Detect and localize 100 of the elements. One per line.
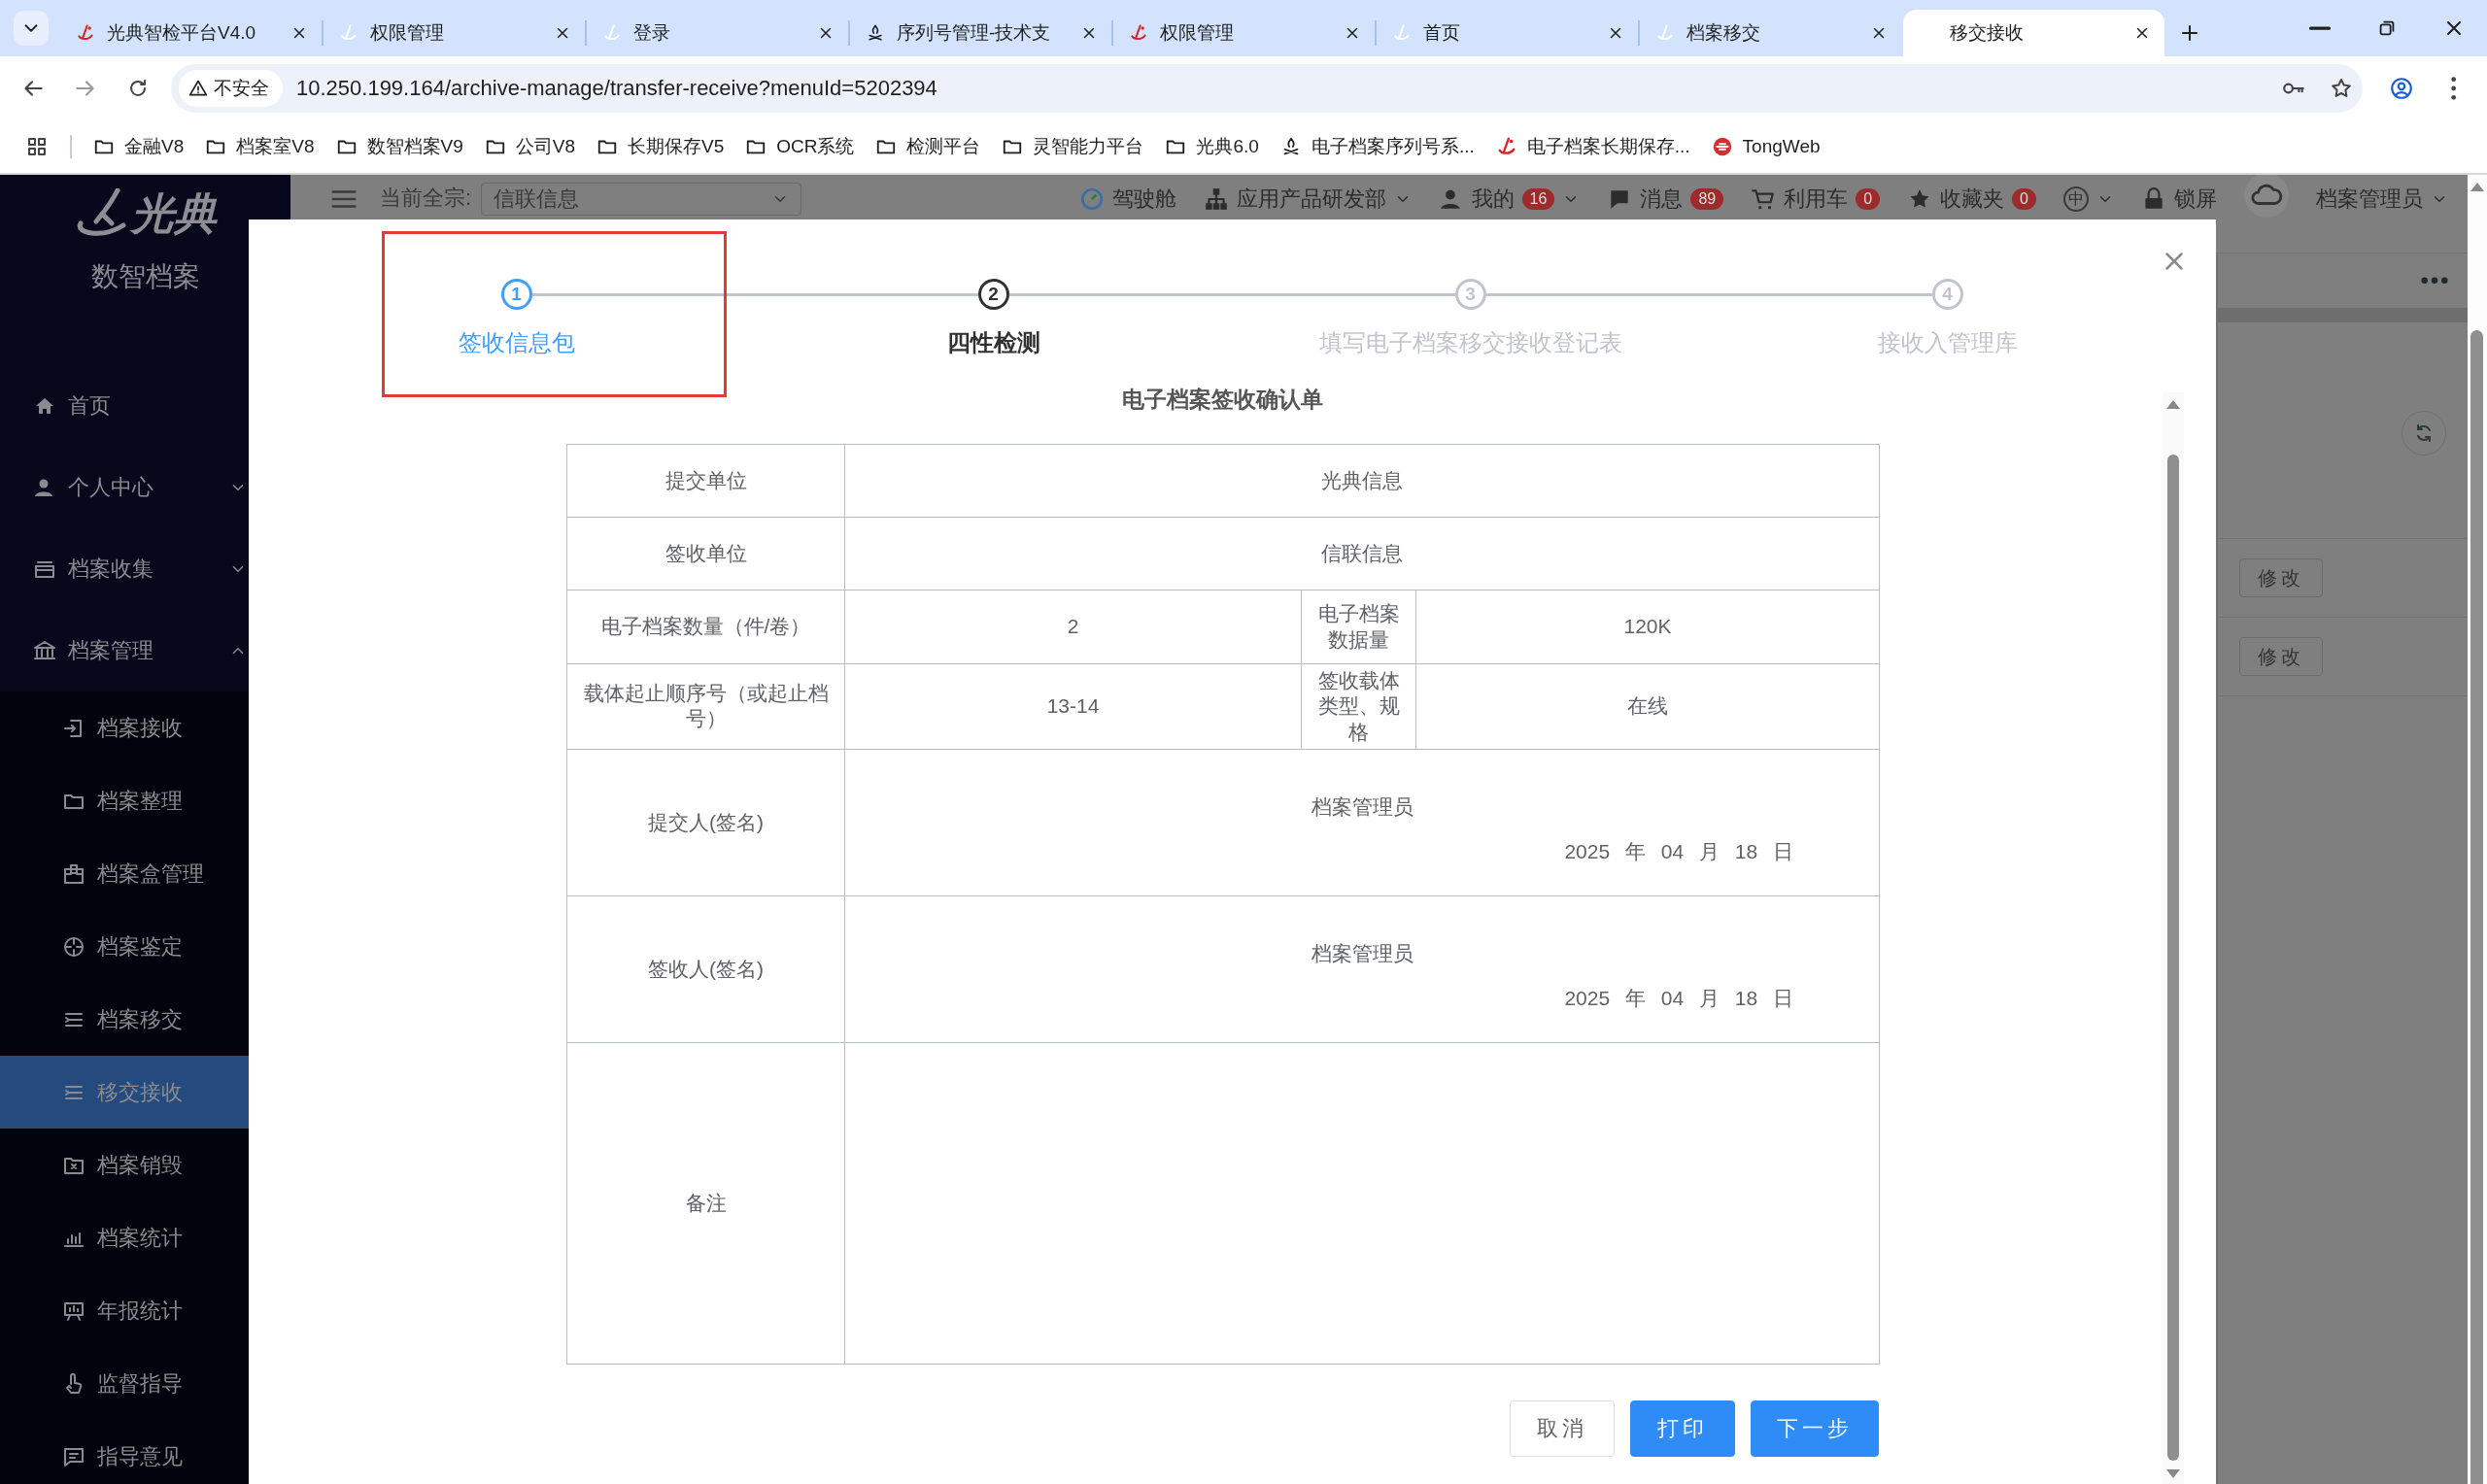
field-label: 电子档案数据量 [1301,590,1416,664]
step-number: 2 [977,279,1009,310]
bookmark[interactable]: 公司V8 [484,134,575,159]
tab-search-button[interactable] [14,11,49,46]
step-label: 填写电子档案移交接收登记表 [1318,328,1622,357]
bookmark[interactable]: 数智档案V9 [335,134,463,159]
submenu-item[interactable]: 档案盒管理 [0,837,290,910]
step-number: 4 [1931,279,1963,310]
header-link[interactable]: 应用产品研发部 [1203,185,1412,214]
crosshair-icon [62,934,85,959]
header-link[interactable]: 消息 89 [1607,185,1724,214]
field-value: 信联信息 [844,517,1880,590]
tab-title: 权限管理 [370,21,445,45]
field-label: 签收人(签名) [566,895,845,1043]
sign-date: 2025 年 04 月 18 日 [1564,985,1794,1011]
browser-tab[interactable]: 首页 [1377,10,1638,56]
header-link[interactable]: 利用车 0 [1751,185,1881,214]
field-label: 载体起止顺序号（或起止档号） [566,663,845,750]
dialog-button[interactable]: 打印 [1630,1400,1735,1457]
submenu-item[interactable]: 年报统计 [0,1274,290,1347]
count-badge: 0 [1856,188,1881,210]
user-menu[interactable]: 档案管理员 [2316,185,2448,214]
bookmark[interactable]: 电子档案长期保存... [1495,134,1690,159]
brand-name: 光典 [130,188,217,239]
submenu-item[interactable]: 档案销毁 [0,1129,290,1201]
bookmark[interactable]: TongWeb [1711,136,1821,157]
bookmark[interactable]: 光典6.0 [1165,134,1259,159]
bookmark[interactable]: 档案室V8 [205,134,315,159]
fonds-label: 当前全宗: [380,185,472,212]
scrollbar[interactable] [2468,175,2487,1484]
minimize-icon [2308,24,2331,32]
field-value: 2 [844,590,1302,664]
signer-name: 档案管理员 [1310,940,1414,966]
field-value: 光典信息 [844,444,1880,518]
bookmark[interactable]: 长期保存V5 [596,134,725,159]
dialog-button[interactable]: 下一步 [1751,1400,1879,1457]
submenu-item[interactable]: 档案统计 [0,1201,290,1274]
count-badge: 16 [1521,188,1555,210]
tab-title: 移交接收 [1950,21,2025,45]
step-label: 签收信息包 [458,328,575,357]
app-subtitle: 数智档案 [90,260,200,293]
gauge-icon [1078,186,1105,212]
submenu-item[interactable]: 档案鉴定 [0,910,290,983]
field-label: 签收单位 [566,517,845,590]
browser-tab[interactable]: 光典智检平台V4.0 [60,10,322,56]
browser-tab[interactable]: 移交接收 [1903,10,2164,56]
scrollbar[interactable] [2163,392,2184,1484]
bookmark[interactable]: OCR系统 [745,134,855,159]
swoosh-icon [339,23,358,43]
warning-icon [188,79,208,98]
star-icon [2330,77,2353,100]
header-link[interactable]: 驾驶舱 [1078,185,1176,214]
cart-icon [1751,186,1777,212]
browser-tab[interactable]: 权限管理 [1113,10,1375,56]
menu-item[interactable]: 个人中心 [0,447,290,528]
bookmark[interactable]: 检测平台 [875,134,981,159]
tab-title: 登录 [633,21,671,45]
bookmark[interactable]: 灵智能力平台 [1002,134,1144,159]
sign-date: 2025 年 04 月 18 日 [1564,838,1794,864]
remark-field[interactable] [844,1042,1880,1365]
dialog-button[interactable]: 取消 [1510,1400,1615,1457]
browser-tab[interactable]: 序列号管理-技术支 [850,10,1111,56]
bookmark[interactable]: 金融V8 [93,134,185,159]
step-label: 四性检测 [946,328,1040,357]
campfire-icon [866,23,885,43]
submenu-item[interactable]: 档案接收 [0,691,290,764]
field-label: 备注 [566,1042,845,1365]
tab-title: 档案移交 [1686,21,1761,45]
browser-tab[interactable]: 登录 [587,10,848,56]
edit-button[interactable]: 修改 [2239,637,2323,676]
url-text: 10.250.199.164/archive-manage/transfer-receive?menuId=5202394 [296,76,937,101]
header-link[interactable]: 我的 16 [1438,185,1581,214]
security-chip[interactable]: 不安全 [179,70,283,107]
tab-title: 首页 [1423,21,1461,45]
more-icon [2451,77,2457,100]
menu-item[interactable]: 档案管理 [0,610,290,691]
browser-tab[interactable]: 权限管理 [324,10,585,56]
submenu-item[interactable]: 指导意见 [0,1420,290,1484]
field-label: 提交单位 [566,444,845,518]
round-badge-icon [1711,136,1733,157]
field-label: 电子档案数量（件/卷） [566,590,845,664]
edit-button[interactable]: 修改 [2239,558,2323,597]
swoosh-icon [76,23,95,43]
menu-item[interactable]: 首页 [0,365,290,447]
field-label: 提交人(签名) [566,749,845,896]
profile-icon [2389,76,2414,101]
step-label: 接收入管理库 [1877,328,2018,357]
swoosh-icon [1655,23,1675,43]
header-link[interactable]: 锁屏 [2141,185,2217,214]
address-bar[interactable]: 不安全 10.250.199.164/archive-manage/transfer-receive?menuId=5202394 [171,64,2363,113]
swoosh-icon [602,23,622,43]
count-badge: 0 [2012,188,2036,210]
header-link[interactable]: 收藏夹 0 [1907,185,2036,214]
swoosh-icon [1129,23,1148,43]
submenu-item[interactable]: 档案整理 [0,764,290,837]
browser-tab[interactable]: 档案移交 [1640,10,1901,56]
submenu-item[interactable]: 档案移交 [0,983,290,1056]
submenu-item[interactable]: 监督指导 [0,1347,290,1420]
bookmark[interactable]: 电子档案序列号系... [1279,134,1475,159]
menu-item[interactable]: 档案收集 [0,528,290,610]
